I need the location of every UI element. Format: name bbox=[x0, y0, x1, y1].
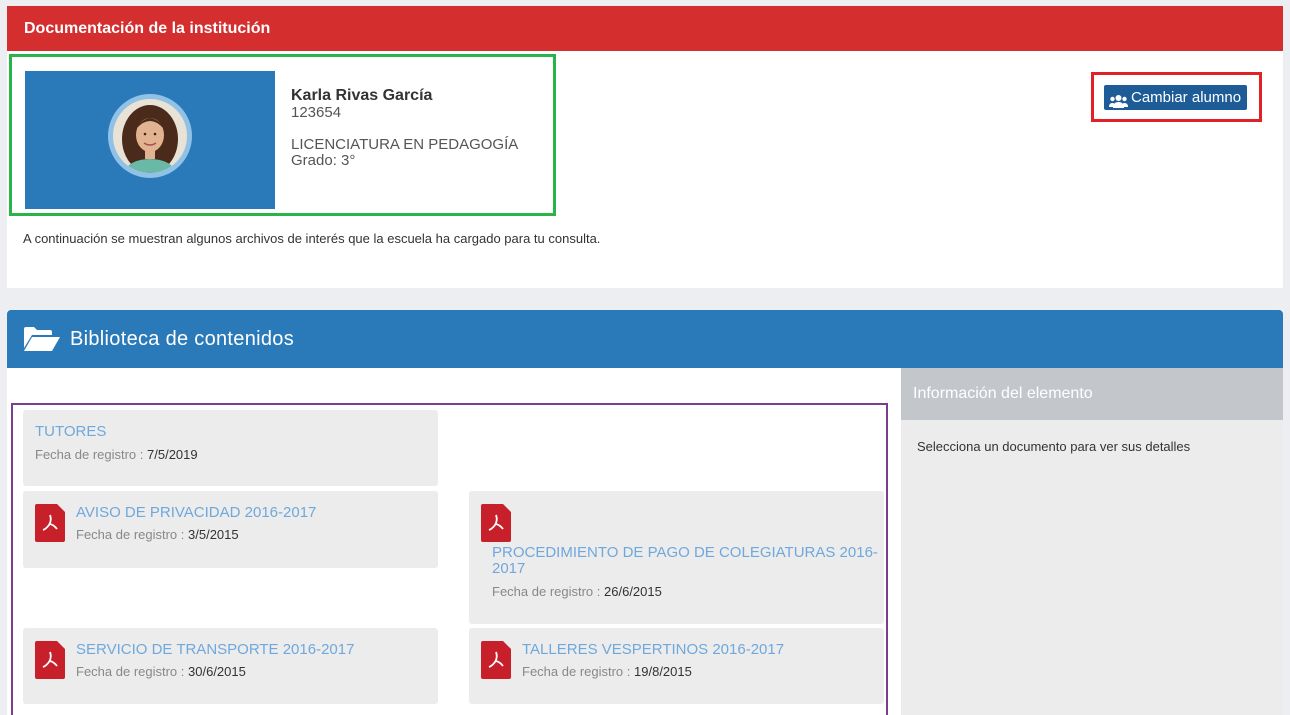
student-career: LICENCIATURA EN PEDAGOGÍA bbox=[291, 136, 519, 153]
pdf-icon bbox=[481, 641, 511, 679]
content-library-panel: Biblioteca de contenidos TUTORES Fecha d… bbox=[7, 310, 1283, 715]
pdf-icon bbox=[481, 504, 511, 542]
document-item-aviso-privacidad[interactable]: AVISO DE PRIVACIDAD 2016-2017 Fecha de r… bbox=[23, 491, 438, 568]
student-grade: Grado: 3° bbox=[291, 152, 356, 169]
document-item-procedimiento-pago[interactable]: PROCEDIMIENTO DE PAGO DE COLEGIATURAS 20… bbox=[469, 491, 884, 624]
users-icon bbox=[1109, 91, 1128, 108]
document-date: Fecha de registro : 7/5/2019 bbox=[35, 447, 198, 462]
change-student-button[interactable]: Cambiar alumno bbox=[1104, 85, 1248, 110]
profile-banner bbox=[25, 71, 275, 209]
avatar bbox=[108, 94, 192, 178]
document-item-tutores[interactable]: TUTORES Fecha de registro : 7/5/2019 bbox=[23, 410, 438, 486]
document-item-talleres-vespertinos[interactable]: TALLERES VESPERTINOS 2016-2017 Fecha de … bbox=[469, 628, 884, 704]
document-title[interactable]: SERVICIO DE TRANSPORTE 2016-2017 bbox=[76, 641, 354, 658]
element-info-panel: Información del elemento Selecciona un d… bbox=[901, 368, 1283, 715]
change-student-highlight: Cambiar alumno bbox=[1091, 72, 1262, 122]
document-title[interactable]: TUTORES bbox=[35, 423, 106, 440]
document-list: TUTORES Fecha de registro : 7/5/2019 AVI… bbox=[11, 403, 888, 715]
document-title[interactable]: TALLERES VESPERTINOS 2016-2017 bbox=[522, 641, 784, 658]
document-date: Fecha de registro : 3/5/2015 bbox=[76, 527, 239, 542]
document-title[interactable]: AVISO DE PRIVACIDAD 2016-2017 bbox=[76, 504, 316, 521]
intro-text: A continuación se muestran algunos archi… bbox=[23, 231, 601, 246]
document-date: Fecha de registro : 26/6/2015 bbox=[492, 584, 662, 599]
student-id: 123654 bbox=[291, 104, 342, 121]
folder-open-icon bbox=[23, 326, 61, 352]
institution-documents-panel: Documentación de la institución Karla Ri… bbox=[7, 6, 1283, 288]
student-name: Karla Rivas García bbox=[291, 87, 433, 104]
document-item-servicio-transporte[interactable]: SERVICIO DE TRANSPORTE 2016-2017 Fecha d… bbox=[23, 628, 438, 704]
library-header: Biblioteca de contenidos bbox=[7, 310, 1283, 368]
document-title[interactable]: PROCEDIMIENTO DE PAGO DE COLEGIATURAS 20… bbox=[492, 544, 878, 561]
library-title: Biblioteca de contenidos bbox=[70, 327, 295, 350]
pdf-icon bbox=[35, 504, 65, 542]
panel-title: Documentación de la institución bbox=[7, 6, 1283, 51]
info-panel-title: Información del elemento bbox=[901, 368, 1283, 420]
document-date: Fecha de registro : 19/8/2015 bbox=[522, 664, 692, 679]
pdf-icon bbox=[35, 641, 65, 679]
info-panel-body: Selecciona un documento para ver sus det… bbox=[917, 439, 1191, 454]
document-date: Fecha de registro : 30/6/2015 bbox=[76, 664, 246, 679]
change-student-label: Cambiar alumno bbox=[1131, 89, 1242, 106]
document-title-continued[interactable]: 2017 bbox=[492, 560, 525, 577]
student-profile-card: Karla Rivas García 123654 LICENCIATURA E… bbox=[9, 54, 556, 216]
